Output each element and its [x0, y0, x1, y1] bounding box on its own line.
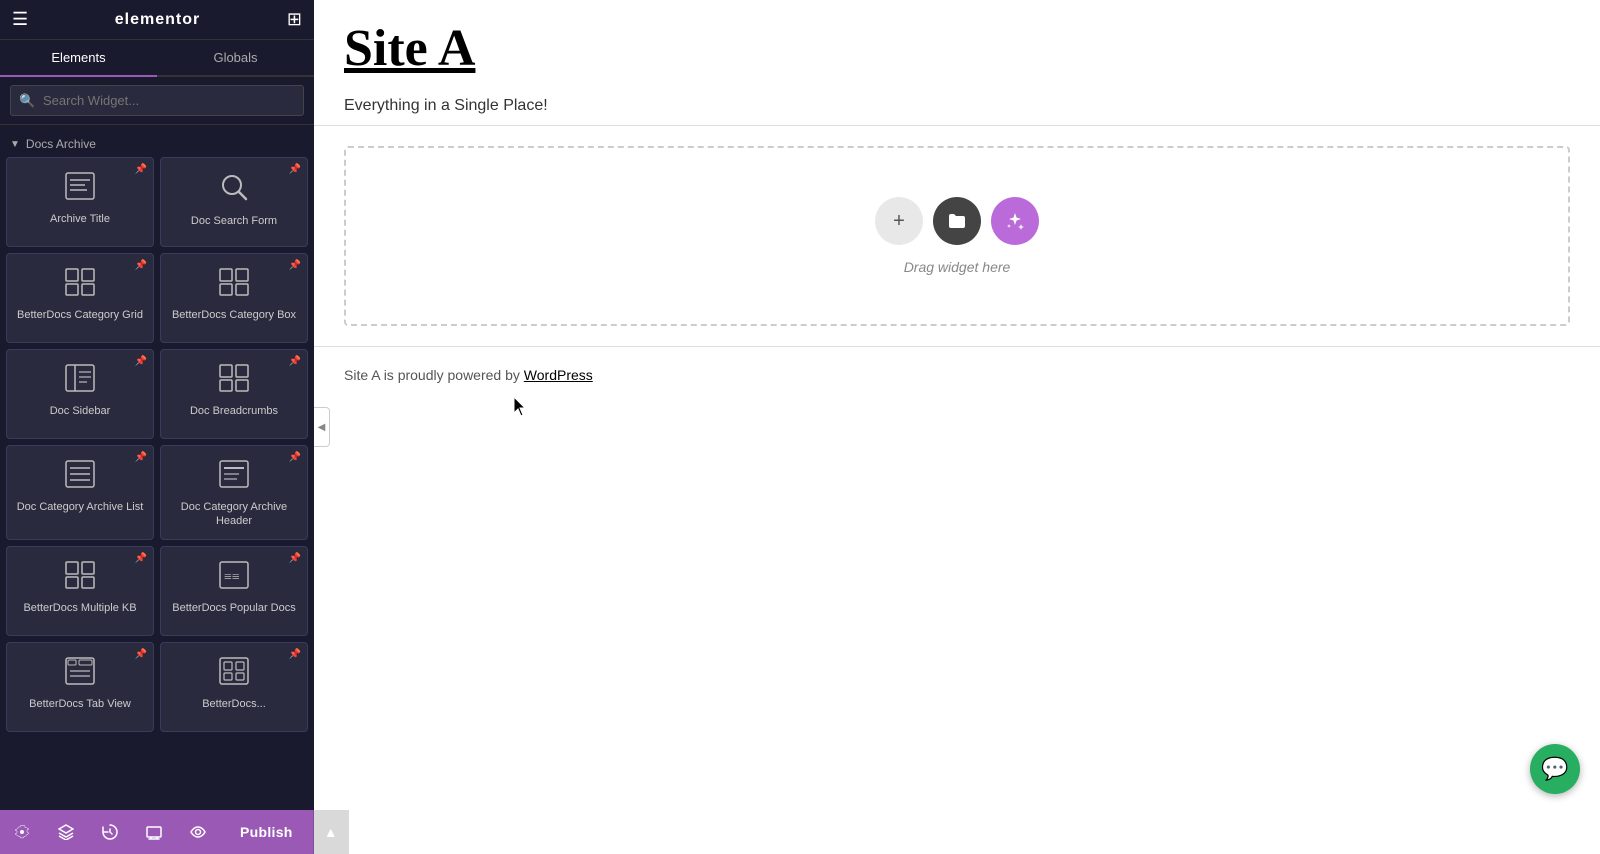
- settings-button[interactable]: [0, 810, 44, 854]
- site-title: Site A: [344, 20, 1570, 77]
- tab-globals[interactable]: Globals: [157, 40, 314, 77]
- pin-icon-4: 📌: [289, 260, 301, 271]
- search-widget: 🔍: [0, 77, 314, 125]
- pin-icon-10: 📌: [289, 553, 301, 564]
- widget-icon-sidebar: [65, 364, 95, 396]
- pin-icon-3: 📌: [135, 260, 147, 271]
- widget-label-archive-header: Doc Category Archive Header: [169, 500, 299, 529]
- widget-category-archive-list[interactable]: 📌 Doc Category Archive List: [6, 445, 154, 540]
- pin-icon-12: 📌: [289, 649, 301, 660]
- pin-icon: 📌: [135, 164, 147, 175]
- widget-label-tab-view: BetterDocs Tab View: [29, 697, 131, 711]
- site-tagline: Everything in a Single Place!: [314, 87, 1600, 126]
- search-icon: 🔍: [19, 93, 35, 109]
- bottom-bar: Publish ▲: [0, 810, 314, 854]
- drag-label: Drag widget here: [904, 259, 1011, 275]
- footer-link[interactable]: WordPress: [524, 367, 593, 383]
- grid-icon[interactable]: ⊞: [287, 9, 302, 30]
- pin-icon-6: 📌: [289, 356, 301, 367]
- widget-doc-sidebar[interactable]: 📌 Doc Sidebar: [6, 349, 154, 439]
- widget-label-archive-list: Doc Category Archive List: [17, 500, 144, 514]
- site-header: Site A: [314, 0, 1600, 87]
- widget-label-popular: BetterDocs Popular Docs: [172, 601, 296, 615]
- widget-label-multiple-kb: BetterDocs Multiple KB: [23, 601, 136, 615]
- widget-label-category-grid: BetterDocs Category Grid: [17, 308, 143, 322]
- widget-icon-category-box: [219, 268, 249, 300]
- widget-label-extra: BetterDocs...: [202, 697, 266, 711]
- widget-icon-archive-title: [65, 172, 95, 204]
- widget-list: ▼ Docs Archive 📌 Archive Title: [0, 125, 314, 810]
- widget-category-archive-header[interactable]: 📌 Doc Category Archive Header: [160, 445, 308, 540]
- magic-button[interactable]: [991, 197, 1039, 245]
- search-input[interactable]: [10, 85, 304, 116]
- widget-category-box[interactable]: 📌 BetterDocs Category Box: [160, 253, 308, 343]
- pin-icon-9: 📌: [135, 553, 147, 564]
- widget-grid: 📌 Archive Title 📌: [6, 157, 308, 738]
- widget-doc-breadcrumbs[interactable]: 📌 Doc Breadcrumbs: [160, 349, 308, 439]
- pin-icon-7: 📌: [135, 452, 147, 463]
- sidebar-header: ☰ elementor ⊞: [0, 0, 314, 40]
- widget-tab-view[interactable]: 📌 BetterDocs Tab View: [6, 642, 154, 732]
- widget-multiple-kb[interactable]: 📌 BetterDocs Multiple KB: [6, 546, 154, 636]
- drag-zone[interactable]: + Drag widget here: [344, 146, 1570, 326]
- widget-icon-category-grid: [65, 268, 95, 300]
- widget-label-category-box: BetterDocs Category Box: [172, 308, 296, 322]
- hamburger-icon[interactable]: ☰: [12, 9, 28, 30]
- section-label: Docs Archive: [26, 137, 96, 151]
- canvas-content: Site A Everything in a Single Place! +: [314, 0, 1600, 854]
- main-canvas: Site A Everything in a Single Place! +: [314, 0, 1600, 854]
- publish-chevron[interactable]: ▲: [313, 810, 349, 854]
- bottom-icons: [0, 810, 220, 854]
- collapse-handle[interactable]: ◀: [314, 407, 330, 447]
- pin-icon-5: 📌: [135, 356, 147, 367]
- sidebar: ☰ elementor ⊞ Elements Globals 🔍 ▼ Docs …: [0, 0, 314, 854]
- widget-icon-tab-view: [65, 657, 95, 689]
- tab-elements[interactable]: Elements: [0, 40, 157, 77]
- pin-icon-11: 📌: [135, 649, 147, 660]
- widget-category-grid[interactable]: 📌 BetterDocs Category Grid: [6, 253, 154, 343]
- pin-icon-8: 📌: [289, 452, 301, 463]
- widget-label-search: Doc Search Form: [191, 214, 277, 228]
- widget-icon-multiple-kb: [65, 561, 95, 593]
- site-footer: Site A is proudly powered by WordPress: [314, 346, 1600, 403]
- add-section-button[interactable]: +: [875, 197, 923, 245]
- widget-extra[interactable]: 📌 BetterDocs...: [160, 642, 308, 732]
- footer-text: Site A is proudly powered by: [344, 367, 524, 383]
- responsive-button[interactable]: [132, 810, 176, 854]
- widget-icon-extra: [219, 657, 249, 689]
- preview-button[interactable]: [176, 810, 220, 854]
- widget-label-archive-title: Archive Title: [50, 212, 110, 226]
- widget-doc-search-form[interactable]: 📌 Doc Search Form: [160, 157, 308, 247]
- svg-text:≡≡: ≡≡: [224, 570, 240, 585]
- docs-archive-section[interactable]: ▼ Docs Archive: [6, 131, 308, 157]
- history-button[interactable]: [88, 810, 132, 854]
- widget-label-sidebar: Doc Sidebar: [50, 404, 111, 418]
- drag-actions: +: [875, 197, 1039, 245]
- sidebar-tabs: Elements Globals: [0, 40, 314, 77]
- widget-icon-popular: ≡≡: [219, 561, 249, 593]
- elementor-logo: elementor: [115, 11, 200, 29]
- template-button[interactable]: [933, 197, 981, 245]
- widget-icon-search: [219, 172, 249, 206]
- publish-button[interactable]: Publish: [220, 810, 313, 854]
- widget-label-breadcrumbs: Doc Breadcrumbs: [190, 404, 278, 418]
- widget-archive-title[interactable]: 📌 Archive Title: [6, 157, 154, 247]
- widget-icon-breadcrumbs: [219, 364, 249, 396]
- widget-popular-docs[interactable]: 📌 ≡≡ BetterDocs Popular Docs: [160, 546, 308, 636]
- widget-icon-archive-header: [219, 460, 249, 492]
- chat-bubble[interactable]: 💬: [1530, 744, 1580, 794]
- pin-icon-2: 📌: [289, 164, 301, 175]
- section-arrow: ▼: [10, 139, 20, 150]
- publish-area: Publish ▲: [220, 810, 349, 854]
- layers-button[interactable]: [44, 810, 88, 854]
- widget-icon-list: [65, 460, 95, 492]
